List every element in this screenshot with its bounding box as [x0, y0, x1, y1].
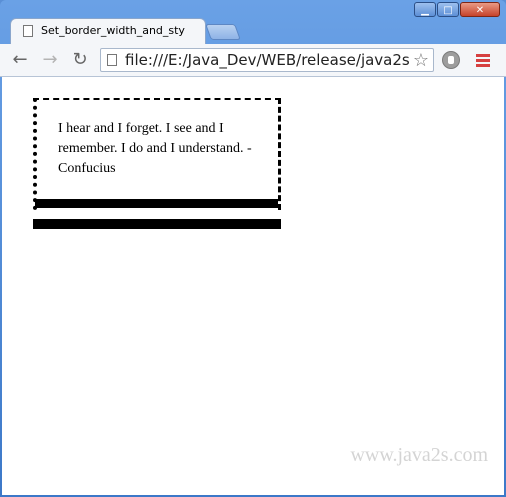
quote-text: I hear and I forget. I see and I remembe… — [58, 121, 252, 176]
reload-button[interactable]: ↻ — [68, 50, 92, 70]
extension-icon[interactable] — [442, 51, 460, 69]
bottom-border-outer — [33, 219, 281, 229]
page-icon — [107, 54, 117, 66]
maximize-button[interactable]: □ — [437, 2, 459, 17]
page-content: I hear and I forget. I see and I remembe… — [2, 77, 504, 495]
url-text: file:///E:/Java_Dev/WEB/release/java2sID — [125, 51, 411, 69]
browser-tab[interactable]: Set_border_width_and_sty — [10, 18, 206, 44]
menu-icon[interactable] — [476, 54, 490, 69]
bookmark-star-icon[interactable]: ☆ — [413, 50, 429, 71]
back-button[interactable]: ← — [8, 50, 32, 70]
bordered-paragraph: I hear and I forget. I see and I remembe… — [33, 98, 281, 230]
forward-button[interactable]: → — [38, 50, 62, 70]
close-button[interactable]: ✕ — [460, 2, 500, 17]
window-controls: ▁ □ ✕ — [413, 2, 500, 17]
left-border — [33, 98, 37, 210]
right-border — [278, 98, 281, 210]
tab-title: Set_border_width_and_sty — [41, 24, 185, 37]
new-tab-button[interactable] — [205, 24, 241, 40]
browser-toolbar: ← → ↻ file:///E:/Java_Dev/WEB/release/ja… — [0, 44, 506, 77]
top-border — [33, 98, 281, 100]
page-icon — [23, 25, 33, 37]
address-bar[interactable]: file:///E:/Java_Dev/WEB/release/java2sID… — [100, 48, 434, 72]
bottom-border — [35, 199, 278, 208]
watermark: www.java2s.com — [350, 444, 488, 466]
minimize-button[interactable]: ▁ — [414, 2, 436, 17]
browser-window: ▁ □ ✕ Set_border_width_and_sty ← → ↻ fil… — [0, 0, 506, 497]
